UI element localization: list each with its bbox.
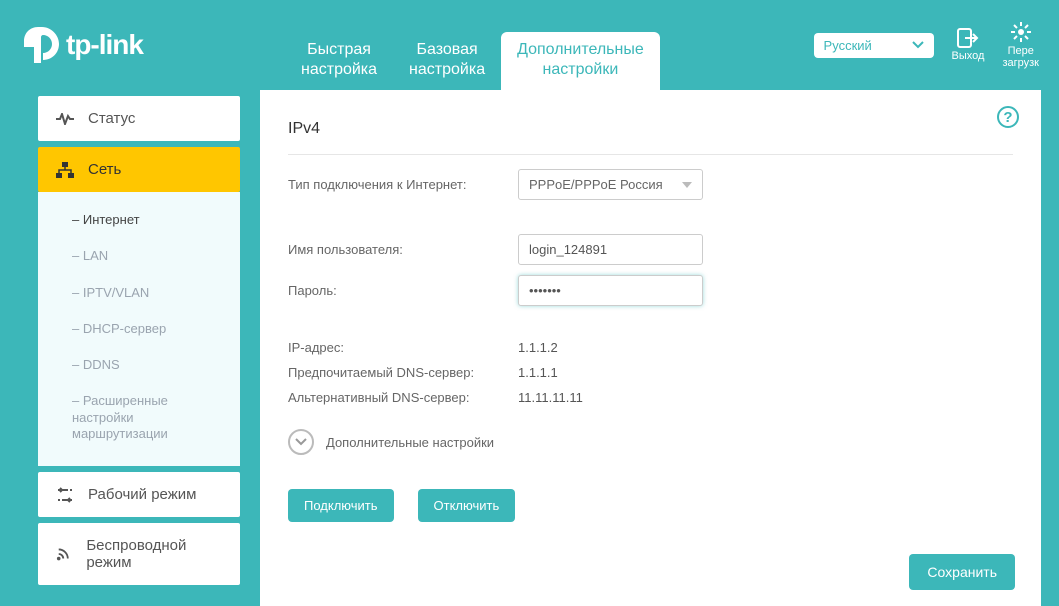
logout-icon — [957, 28, 979, 48]
username-input[interactable] — [518, 234, 703, 265]
dns2-label: Альтернативный DNS-сервер: — [288, 390, 518, 405]
divider — [288, 154, 1013, 155]
sidebar-sub-routing[interactable]: Расширенные настройки маршрутизации — [38, 383, 240, 452]
sidebar-sub-ddns[interactable]: DDNS — [38, 347, 240, 383]
sidebar-item-network[interactable]: Сеть — [38, 147, 240, 192]
wifi-icon — [56, 546, 72, 562]
sidebar-sub-lan[interactable]: LAN — [38, 238, 240, 274]
password-input[interactable] — [518, 275, 703, 306]
ip-value: 1.1.1.2 — [518, 340, 558, 355]
chevron-down-icon — [912, 41, 924, 49]
tplink-logo-icon — [20, 25, 60, 65]
sidebar-sub-iptv[interactable]: IPTV/VLAN — [38, 275, 240, 311]
sidebar-item-wireless[interactable]: Беспроводной режим — [38, 523, 240, 585]
tab-advanced[interactable]: Дополнительныенастройки — [501, 32, 660, 90]
sidebar-item-status[interactable]: Статус — [38, 96, 240, 141]
page-title: IPv4 — [288, 108, 1013, 154]
disconnect-button[interactable]: Отключить — [418, 489, 516, 522]
brand-name: tp-link — [66, 29, 143, 61]
password-label: Пароль: — [288, 283, 518, 298]
username-label: Имя пользователя: — [288, 242, 518, 257]
tab-basic[interactable]: Базоваянастройка — [393, 32, 501, 90]
dns1-value: 1.1.1.1 — [518, 365, 558, 380]
tab-quick-setup[interactable]: Быстрая настройка — [285, 32, 393, 90]
conn-type-select[interactable]: PPPoE/PPPoE Россия — [518, 169, 703, 200]
pulse-icon — [56, 113, 74, 125]
connect-button[interactable]: Подключить — [288, 489, 394, 522]
language-select[interactable]: Русский — [814, 33, 934, 58]
sidebar-item-opmode[interactable]: Рабочий режим — [38, 472, 240, 517]
reload-icon — [1010, 21, 1032, 43]
advanced-expander[interactable]: Дополнительные настройки — [288, 429, 1013, 455]
chevron-down-icon — [682, 182, 692, 188]
dns2-value: 11.11.11.11 — [518, 390, 583, 405]
reload-button[interactable]: Пере загрузк — [1002, 21, 1039, 69]
help-button[interactable]: ? — [997, 106, 1019, 128]
language-value: Русский — [824, 38, 872, 53]
conn-type-label: Тип подключения к Интернет: — [288, 177, 518, 192]
sidebar-sub-internet[interactable]: Интернет — [38, 202, 240, 238]
chevron-down-icon — [288, 429, 314, 455]
sidebar-sub-dhcp[interactable]: DHCP-сервер — [38, 311, 240, 347]
logout-button[interactable]: Выход — [952, 28, 985, 62]
ip-label: IP-адрес: — [288, 340, 518, 355]
network-icon — [56, 162, 74, 178]
dns1-label: Предпочитаемый DNS-сервер: — [288, 365, 518, 380]
mode-icon — [56, 487, 74, 503]
brand-logo: tp-link — [20, 25, 250, 65]
save-button[interactable]: Сохранить — [909, 554, 1015, 590]
